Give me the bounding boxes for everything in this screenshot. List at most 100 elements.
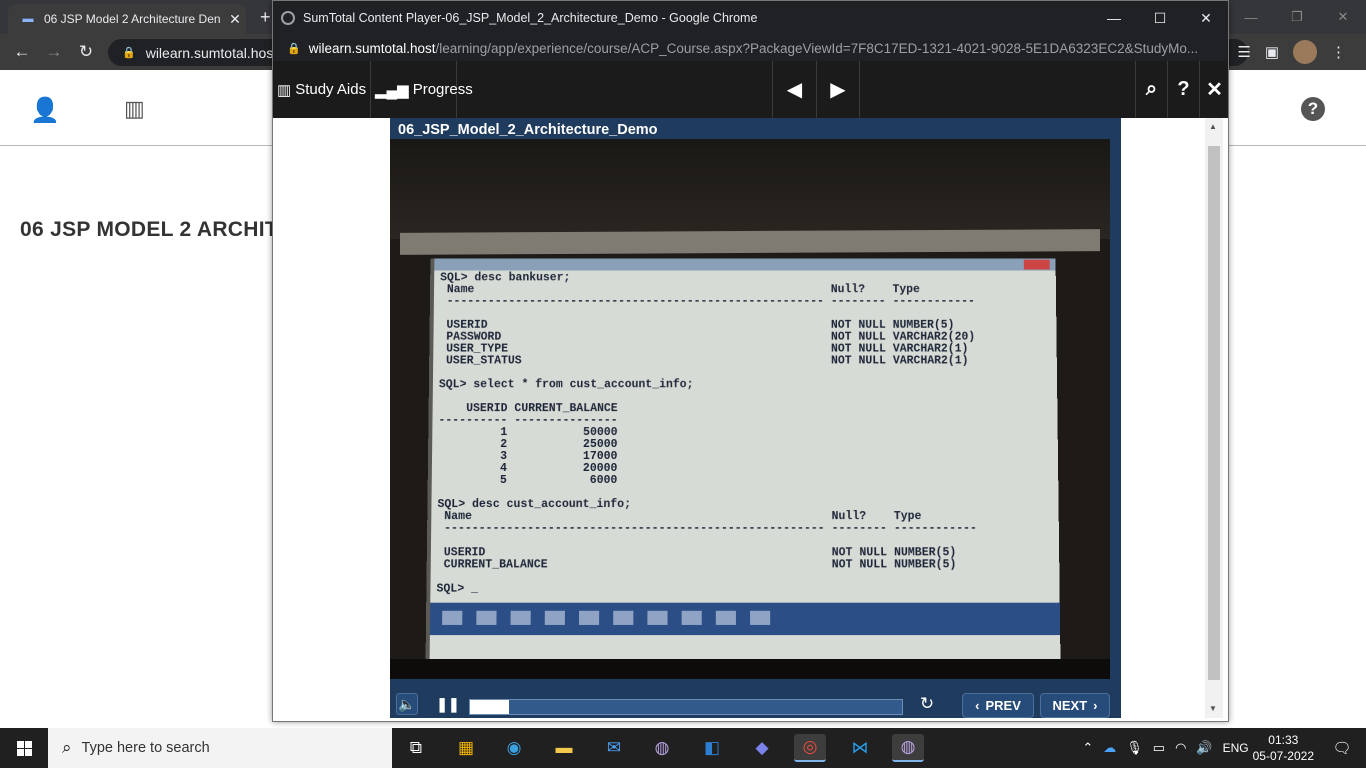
clock-time: 01:33 — [1268, 733, 1299, 747]
menu-kebab-icon[interactable]: ⋮ — [1331, 43, 1346, 61]
player-content: ▲ ▼ 06_JSP_Model_2_Architecture_Demo SQL… — [273, 118, 1228, 721]
eclipse-icon[interactable]: ◍ — [646, 734, 678, 762]
scroll-down-icon[interactable]: ▼ — [1209, 704, 1217, 713]
mail-icon[interactable]: ✉ — [598, 734, 630, 762]
next-slide-arrow-icon[interactable]: ▶ — [816, 61, 860, 118]
progress-bars-icon: ▂▄▆ — [375, 81, 409, 99]
close-player-icon[interactable]: ✕ — [1199, 61, 1228, 118]
video-area[interactable]: SQL> desc bankuser; Name Null? Type ----… — [390, 139, 1110, 679]
reload-icon[interactable]: ↻ — [74, 40, 98, 64]
progress-label: Progress — [412, 81, 473, 98]
previous-slide-arrow-icon[interactable]: ◀ — [772, 61, 816, 118]
video-title: 06_JSP_Model_2_Architecture_Demo — [398, 122, 658, 138]
content-player-window: SumTotal Content Player-06_JSP_Model_2_A… — [272, 0, 1229, 722]
language-indicator[interactable]: ENG — [1223, 741, 1249, 755]
background-tab-title: 06 JSP Model 2 Architecture Den — [44, 12, 221, 26]
minimize-icon[interactable]: — — [1228, 0, 1274, 34]
store-icon[interactable]: ▦ — [450, 734, 482, 762]
study-aids-icon: ▥ — [277, 81, 292, 99]
globe-icon — [281, 11, 295, 25]
chevron-left-icon: ‹ — [975, 698, 980, 713]
video-progress-fill — [470, 700, 509, 714]
wifi-icon[interactable]: ◠ — [1175, 740, 1186, 756]
chevron-right-icon: › — [1093, 698, 1098, 713]
system-tray: ⌃ ☁ 🎙 ▭ ◠ 🔊 ENG 01:33 05-07-2022 🗨 — [1082, 728, 1366, 768]
next-button[interactable]: NEXT › — [1040, 693, 1110, 718]
volume-icon[interactable]: 🔈 — [396, 693, 418, 715]
popup-url-path: /learning/app/experience/course/ACP_Cour… — [435, 40, 1199, 56]
volume-icon[interactable]: 🔊 — [1196, 740, 1212, 756]
help-icon[interactable]: ? — [1167, 61, 1199, 118]
minimize-icon[interactable]: — — [1091, 10, 1137, 26]
chrome-icon[interactable]: ◎ — [794, 734, 826, 762]
teams-icon[interactable]: ◆ — [746, 734, 778, 762]
lock-icon: 🔒 — [122, 47, 136, 59]
edge-icon[interactable]: ◉ — [498, 734, 530, 762]
search-icon[interactable]: ⌕ — [1135, 61, 1167, 118]
projected-taskbar — [429, 602, 1061, 636]
start-button[interactable] — [0, 728, 48, 768]
sql-output-text: SQL> desc bankuser; Name Null? Type ----… — [436, 271, 977, 596]
reading-list-icon[interactable]: ☰ — [1237, 43, 1250, 61]
outlook-icon[interactable]: ◧ — [696, 734, 728, 762]
player-toolbar: ▥ Study Aids ▂▄▆ Progress ◀ ▶ ⌕ ? ✕ — [273, 61, 1228, 118]
video-player: 06_JSP_Model_2_Architecture_Demo SQL> de… — [390, 118, 1121, 718]
microphone-icon[interactable]: 🎙 — [1126, 740, 1143, 756]
popup-title-bar: SumTotal Content Player-06_JSP_Model_2_A… — [273, 1, 1228, 35]
back-arrow-icon[interactable]: ← — [10, 40, 34, 64]
video-bottom-edge — [390, 659, 1110, 679]
eclipse-active-icon[interactable]: ◍ — [892, 734, 924, 762]
video-controls: 🔈 ❚❚ ↻ ‹ PREV NEXT › — [390, 689, 1121, 718]
windows-logo-icon — [16, 740, 32, 756]
pause-icon[interactable]: ❚❚ — [436, 693, 459, 715]
page-title: 06 JSP MODEL 2 ARCHIT — [20, 218, 278, 241]
battery-icon[interactable]: ▭ — [1153, 740, 1165, 756]
study-aids-button[interactable]: ▥ Study Aids — [275, 61, 371, 118]
maximize-icon[interactable]: ☐ — [1137, 10, 1183, 27]
profile-avatar[interactable] — [1293, 40, 1317, 64]
replay-icon[interactable]: ↻ — [916, 693, 938, 715]
vscode-icon[interactable]: ⋈ — [844, 734, 876, 762]
background-window-controls: — ❐ ✕ — [1228, 0, 1366, 34]
scroll-up-icon[interactable]: ▲ — [1209, 122, 1217, 131]
popup-url-host: wilearn.sumtotal.host — [308, 40, 436, 56]
close-window-icon[interactable]: ✕ — [1183, 10, 1228, 27]
library-icon[interactable]: ▥ — [124, 96, 145, 122]
lock-icon: 🔒 — [287, 42, 301, 55]
search-icon: ⌕ — [62, 738, 72, 757]
close-window-icon[interactable]: ✕ — [1320, 0, 1366, 34]
prev-label: PREV — [985, 698, 1021, 713]
notifications-icon[interactable]: 🗨 — [1328, 739, 1356, 757]
task-view-icon[interactable]: ⧉ — [400, 734, 432, 762]
popup-window-title: SumTotal Content Player-06_JSP_Model_2_A… — [303, 11, 758, 25]
restore-icon[interactable]: ❐ — [1274, 0, 1320, 34]
user-icon[interactable]: 👤 — [30, 96, 60, 125]
taskbar-search-placeholder: Type here to search — [81, 740, 210, 756]
close-icon — [1023, 259, 1050, 270]
progress-button[interactable]: ▂▄▆ Progress — [371, 61, 473, 118]
taskbar-search-box[interactable]: ⌕ Type here to search — [48, 728, 392, 768]
browser-extension-area: ☰ ▣ ⋮ — [1237, 34, 1366, 70]
chevron-up-icon[interactable]: ⌃ — [1082, 740, 1093, 756]
background-url-host: wilearn.sumtotal.host — [145, 44, 278, 61]
study-aids-label: Study Aids — [295, 81, 367, 98]
forward-arrow-icon[interactable]: → — [42, 40, 66, 64]
clock-date: 05-07-2022 — [1252, 749, 1314, 763]
video-projector-rail — [400, 229, 1100, 255]
clock[interactable]: 01:33 05-07-2022 — [1253, 732, 1314, 764]
file-explorer-icon[interactable]: ▬ — [548, 734, 580, 762]
popup-address-bar[interactable]: 🔒 wilearn.sumtotal.host /learning/app/ex… — [273, 35, 1228, 61]
new-tab-icon[interactable]: + — [260, 7, 271, 28]
prev-button[interactable]: ‹ PREV — [962, 693, 1034, 718]
close-tab-icon[interactable]: ✕ — [224, 11, 246, 28]
next-label: NEXT — [1052, 698, 1088, 713]
help-icon[interactable]: ? — [1301, 97, 1325, 121]
video-progress-bar[interactable] — [469, 699, 903, 715]
projected-screen: SQL> desc bankuser; Name Null? Type ----… — [425, 258, 1061, 664]
sql-window-titlebar — [434, 258, 1056, 271]
windows-taskbar: ⌕ Type here to search ⧉ ▦ ◉ ▬ ✉ ◍ ◧ ◆ ◎ … — [0, 728, 1366, 768]
scrollbar-thumb[interactable] — [1208, 146, 1220, 680]
background-tab[interactable]: ▬ 06 JSP Model 2 Architecture Den ✕ — [8, 4, 246, 34]
side-panel-icon[interactable]: ▣ — [1265, 43, 1279, 61]
onedrive-icon[interactable]: ☁ — [1103, 740, 1116, 756]
